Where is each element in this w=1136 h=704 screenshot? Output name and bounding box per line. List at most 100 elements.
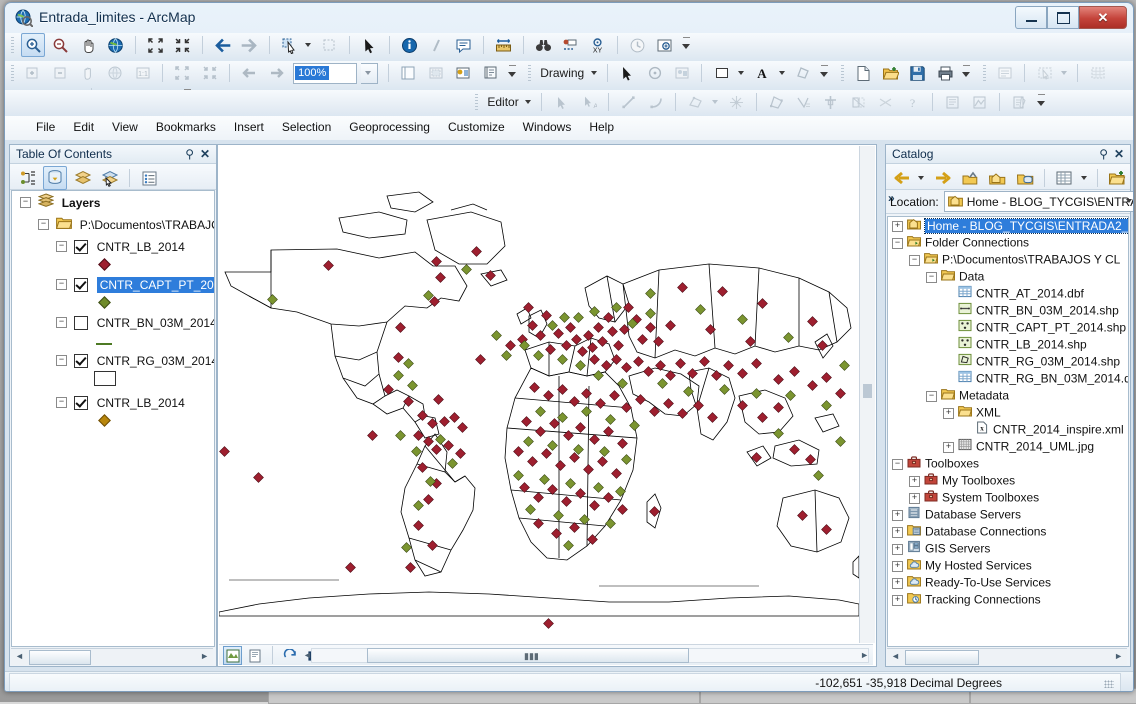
list-by-drawing-order-icon[interactable] — [16, 166, 40, 190]
expander-icon[interactable]: − — [926, 390, 937, 402]
catalog-connect-folder-icon[interactable] — [1105, 166, 1129, 190]
catalog-tree-item[interactable]: + Database Servers — [888, 506, 1128, 523]
catalog-tree-item[interactable]: CNTR_CAPT_PT_2014.shp — [888, 319, 1128, 336]
drawing-menu-label[interactable]: Drawing — [538, 66, 586, 80]
expander-icon[interactable]: + — [892, 543, 903, 555]
expander-icon[interactable]: − — [56, 279, 67, 291]
change-layout-icon[interactable] — [451, 61, 475, 85]
create-viewer-window-icon[interactable] — [653, 33, 677, 57]
catalog-tree-item[interactable]: + CNTR_2014_UML.jpg — [888, 438, 1128, 455]
hyperlink-icon[interactable] — [425, 33, 449, 57]
expander-icon[interactable]: + — [892, 526, 903, 538]
toolbar-grip[interactable] — [840, 64, 844, 82]
scrollbar-thumb[interactable] — [29, 650, 91, 665]
find-route-icon[interactable] — [559, 33, 583, 57]
editor-menu-dropdown-icon[interactable] — [525, 100, 532, 104]
layer-visibility-checkbox[interactable] — [74, 277, 89, 292]
expander-icon[interactable]: + — [943, 407, 954, 419]
layer-visibility-checkbox[interactable] — [74, 395, 89, 410]
list-by-source-icon[interactable] — [43, 166, 68, 190]
expander-icon[interactable]: + — [909, 475, 920, 487]
catalog-tree-item[interactable]: − P:\Documentos\TRABAJOS Y CL — [888, 251, 1128, 268]
menu-item-windows[interactable]: Windows — [514, 116, 581, 136]
catalog-tree-item[interactable]: + GIS Servers — [888, 540, 1128, 557]
catalog-tree-item[interactable]: + XML — [888, 404, 1128, 421]
scroll-left-icon[interactable]: ◄ — [891, 651, 900, 661]
expander-icon[interactable]: + — [892, 560, 903, 572]
go-next-extent-icon[interactable] — [237, 33, 261, 57]
toolbar-grip[interactable] — [982, 64, 986, 82]
expander-icon[interactable]: + — [909, 492, 920, 504]
location-dropdown-icon[interactable] — [1122, 192, 1133, 209]
toolbar-grip[interactable] — [11, 64, 14, 82]
expander-icon[interactable]: + — [892, 594, 903, 606]
menu-item-view[interactable]: View — [103, 116, 147, 136]
pin-icon[interactable]: ⚲ — [185, 147, 194, 161]
new-map-icon[interactable] — [851, 61, 875, 85]
catalog-tree-item[interactable]: + System Toolboxes — [888, 489, 1128, 506]
refresh-icon[interactable] — [280, 646, 299, 665]
scroll-right-icon[interactable]: ► — [1114, 651, 1123, 661]
map-canvas[interactable] — [219, 146, 859, 643]
font-color-dropdown-icon[interactable] — [778, 71, 785, 75]
menu-item-customize[interactable]: Customize — [439, 116, 514, 136]
scroll-right-icon[interactable]: ► — [200, 651, 209, 661]
toc-layer-row[interactable]: − CNTR_RG_03M_2014 — [12, 349, 214, 371]
catalog-tree-item[interactable]: CNTR_RG_BN_03M_2014.d — [888, 370, 1128, 387]
identify-info-icon[interactable] — [397, 33, 421, 57]
catalog-tree-item[interactable]: − Data — [888, 268, 1128, 285]
close-icon[interactable]: ✕ — [1114, 147, 1124, 161]
find-binoculars-icon[interactable] — [531, 33, 555, 57]
catalog-home-icon[interactable] — [985, 166, 1009, 190]
expander-icon[interactable]: − — [892, 237, 903, 249]
save-map-icon[interactable] — [906, 61, 930, 85]
zoom-out-icon[interactable] — [49, 33, 73, 57]
catalog-default-geodatabase-icon[interactable] — [1013, 166, 1037, 190]
catalog-up-one-level-icon[interactable] — [958, 166, 982, 190]
catalog-contents-view-icon[interactable] — [1052, 166, 1076, 190]
menu-item-file[interactable]: File — [27, 116, 64, 136]
catalog-tree-item[interactable]: CNTR_BN_03M_2014.shp — [888, 302, 1128, 319]
toc-root-layers[interactable]: − Layers — [12, 191, 214, 213]
expander-icon[interactable]: − — [56, 397, 67, 409]
layout-pan-icon[interactable] — [76, 61, 100, 85]
editor-menu-label[interactable]: Editor — [485, 95, 520, 109]
clear-selection-icon[interactable] — [318, 33, 342, 57]
open-map-icon[interactable] — [878, 61, 902, 85]
drawing-menu-dropdown-icon[interactable] — [590, 71, 597, 75]
focus-data-frame-icon[interactable] — [424, 61, 448, 85]
close-icon[interactable]: ✕ — [200, 147, 210, 161]
toc-layer-row[interactable]: − CNTR_LB_2014 — [12, 391, 214, 413]
expander-icon[interactable]: − — [892, 458, 903, 470]
toolbar-grip[interactable] — [527, 64, 531, 82]
html-popup-icon[interactable] — [452, 33, 476, 57]
catalog-horizontal-scrollbar[interactable]: ◄ ► — [887, 648, 1127, 665]
menu-item-bookmarks[interactable]: Bookmarks — [147, 116, 225, 136]
catalog-tree-item[interactable]: + My Hosted Services — [888, 557, 1128, 574]
pin-icon[interactable]: ⚲ — [1099, 147, 1108, 161]
expander-icon[interactable]: + — [892, 220, 903, 232]
expander-icon[interactable]: − — [909, 254, 920, 266]
expander-icon[interactable]: − — [20, 197, 31, 209]
editor-toolbar-overflow-icon[interactable] — [1036, 92, 1046, 112]
font-color-icon[interactable]: A — [750, 61, 774, 85]
catalog-tree[interactable]: + Home - BLOG_TYCGIS\ENTRADA2_D − Folder Co… — [887, 216, 1129, 647]
maximize-button[interactable] — [1047, 6, 1079, 29]
catalog-tree-item[interactable]: CNTR_AT_2014.dbf — [888, 285, 1128, 302]
expander-icon[interactable]: + — [892, 577, 903, 589]
expander-icon[interactable]: − — [56, 241, 67, 253]
select-features-dropdown-icon[interactable] — [305, 43, 312, 47]
toolbar-grip[interactable] — [475, 93, 478, 111]
catalog-tree-item[interactable]: x CNTR_2014_inspire.xml — [888, 421, 1128, 438]
layer-visibility-checkbox[interactable] — [74, 353, 89, 368]
layout-toolbar-overflow-icon[interactable] — [507, 63, 517, 83]
page-scale-dropdown-icon[interactable] — [361, 62, 379, 84]
go-back-extent-icon[interactable] — [210, 33, 234, 57]
scrollbar-thumb[interactable] — [905, 650, 979, 665]
select-elements-icon[interactable] — [615, 61, 639, 85]
layout-full-extent-icon[interactable] — [103, 61, 127, 85]
tools-toolbar-overflow-icon[interactable] — [682, 35, 691, 55]
catalog-view-dropdown-icon[interactable] — [1080, 176, 1087, 180]
data-driven-pages-icon[interactable] — [478, 61, 502, 85]
measure-icon[interactable] — [492, 33, 516, 57]
